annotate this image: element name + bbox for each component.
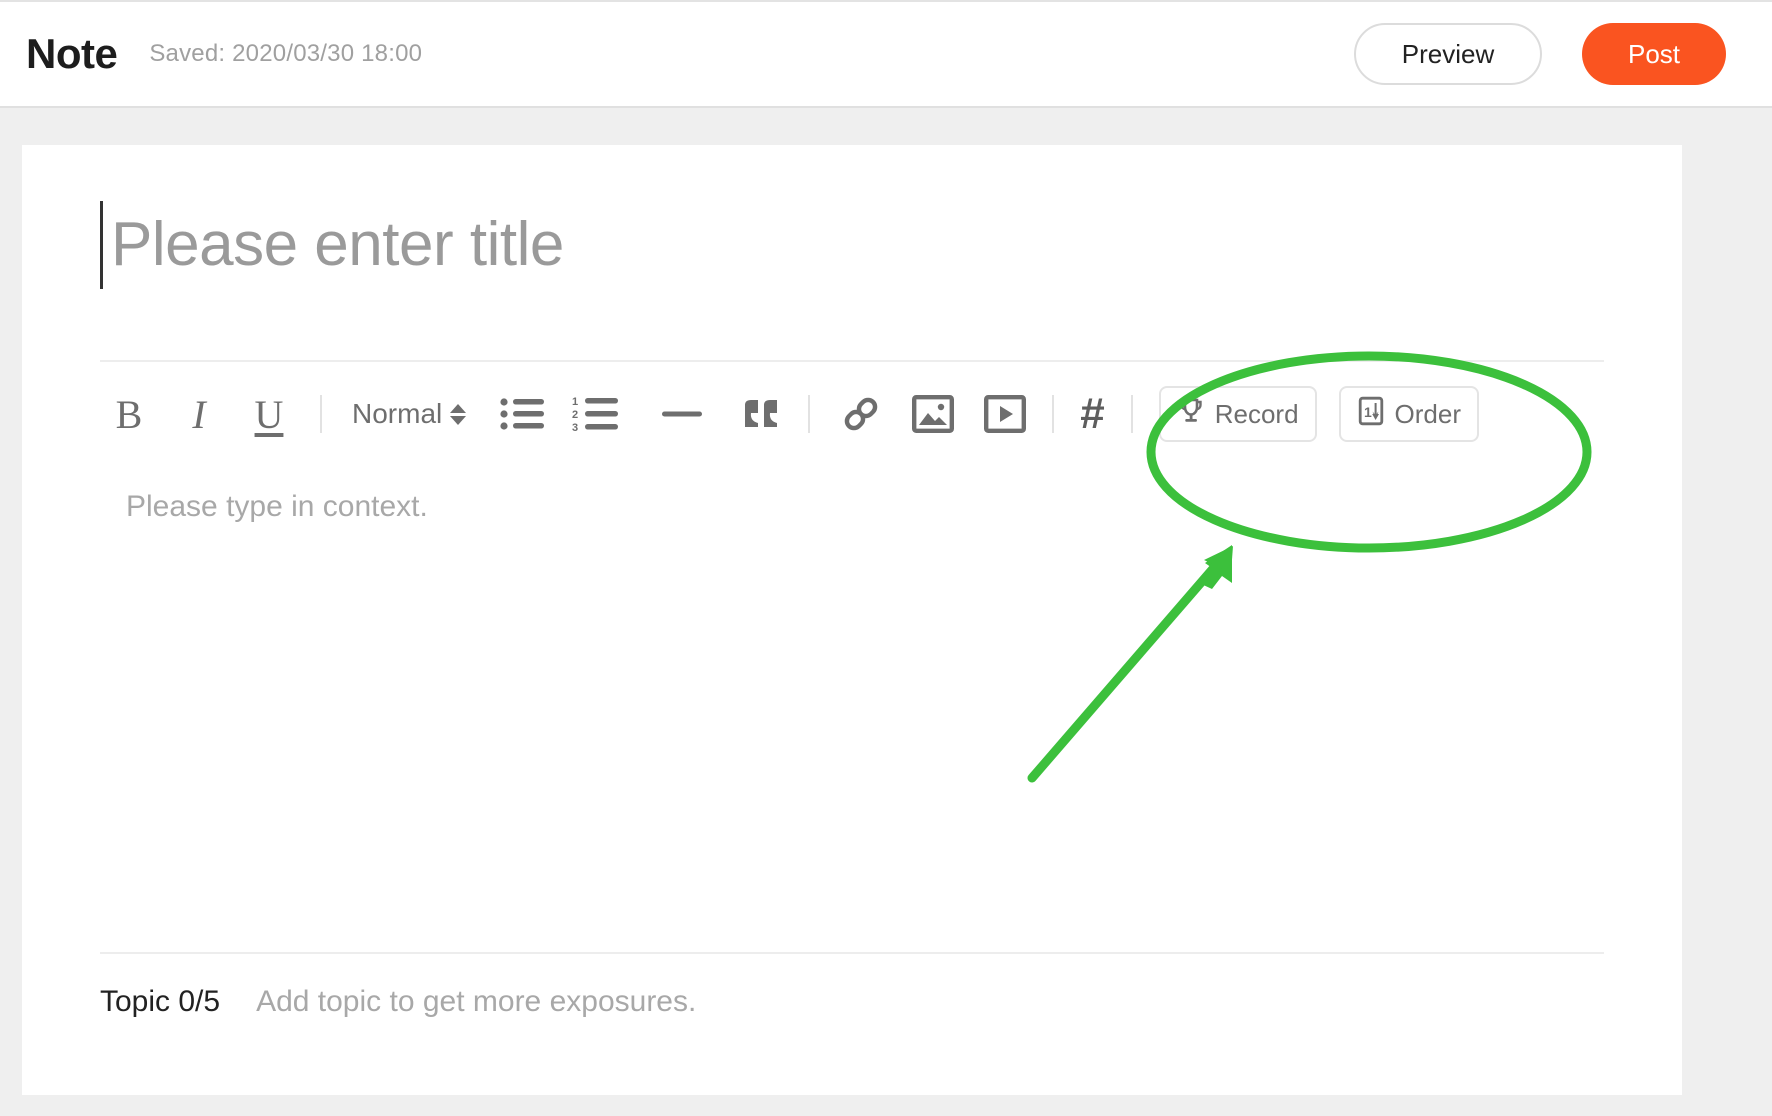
- order-button[interactable]: 1 Order: [1338, 386, 1480, 442]
- page-title: Note: [26, 30, 118, 77]
- page-bottom-strip: [0, 1095, 1772, 1116]
- order-icon: 1: [1357, 396, 1385, 433]
- top-bar: Note Saved: 2020/03/30 18:00 Preview Pos…: [0, 0, 1772, 108]
- divider-above-toolbar: [100, 360, 1604, 362]
- editor-toolbar: B I U Normal 1 2 3 # Record 1 Order: [100, 377, 1612, 451]
- toolbar-divider: [320, 395, 322, 433]
- bullet-list-button[interactable]: [500, 386, 546, 442]
- horizontal-rule-button[interactable]: [662, 386, 703, 442]
- editor-card: Please enter title B I U Normal 1 2 3 # …: [22, 145, 1682, 1095]
- image-icon[interactable]: [912, 386, 955, 442]
- toolbar-divider-2: [808, 395, 811, 433]
- toolbar-divider-4: [1130, 395, 1133, 433]
- top-bar-actions: Preview Post: [1354, 23, 1726, 85]
- chevron-updown-icon: [450, 403, 467, 425]
- preview-button[interactable]: Preview: [1354, 23, 1542, 85]
- format-dropdown[interactable]: Normal: [352, 386, 467, 442]
- svg-text:1: 1: [572, 396, 578, 408]
- title-input[interactable]: Please enter title: [100, 195, 564, 295]
- post-button[interactable]: Post: [1582, 23, 1726, 85]
- text-caret: [100, 201, 103, 289]
- svg-text:3: 3: [572, 422, 578, 433]
- body-input[interactable]: Please type in context.: [126, 490, 428, 524]
- trophy-icon: [1177, 397, 1205, 432]
- video-icon[interactable]: [984, 386, 1027, 442]
- toolbar-divider-3: [1052, 395, 1055, 433]
- bold-button[interactable]: B: [100, 386, 158, 442]
- title-placeholder: Please enter title: [111, 210, 564, 279]
- order-button-label: Order: [1394, 398, 1462, 429]
- format-dropdown-label: Normal: [352, 398, 443, 429]
- link-icon[interactable]: [840, 386, 882, 442]
- record-button-label: Record: [1214, 398, 1299, 429]
- add-topic-hint[interactable]: Add topic to get more exposures.: [256, 985, 696, 1019]
- svg-text:1: 1: [1364, 404, 1372, 420]
- record-button[interactable]: Record: [1158, 386, 1317, 442]
- numbered-list-button[interactable]: 1 2 3: [572, 386, 622, 442]
- topic-row: Topic 0/5 Add topic to get more exposure…: [100, 985, 696, 1019]
- italic-button[interactable]: I: [170, 386, 228, 442]
- blockquote-button[interactable]: [742, 386, 782, 442]
- underline-button[interactable]: U: [240, 386, 298, 442]
- divider-above-topic: [100, 952, 1604, 954]
- svg-text:2: 2: [572, 409, 578, 421]
- hashtag-button[interactable]: #: [1080, 386, 1104, 442]
- topic-count-label: Topic 0/5: [100, 985, 221, 1018]
- saved-timestamp: Saved: 2020/03/30 18:00: [149, 40, 423, 67]
